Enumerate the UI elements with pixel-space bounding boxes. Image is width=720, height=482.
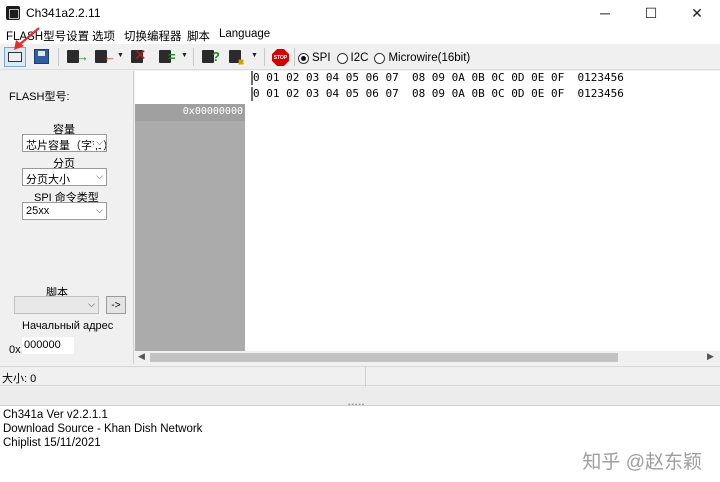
watermark: 知乎 @赵东颖 [582, 452, 702, 473]
flash-model-label: FLASH型号: [9, 91, 70, 103]
verify-button[interactable]: = [156, 47, 178, 67]
minimize-button[interactable]: ─ [582, 0, 628, 26]
start-address-input[interactable]: 000000 [22, 337, 74, 354]
chevron-down-icon: ⌵ [96, 205, 103, 215]
hex-view: 0 01 02 03 04 05 06 07 08 09 0A 0B 0C 0D… [135, 71, 720, 364]
verify-dropdown-icon[interactable]: ▼ [181, 52, 188, 59]
start-address-label: Начальный адрес [22, 320, 114, 332]
capacity-select[interactable]: 芯片容量（字节） ⌵ [22, 134, 107, 152]
left-panel: FLASH型号: 容量 芯片容量（字节） ⌵ 分页 分页大小 ⌵ SPI 命令类… [0, 71, 134, 364]
scroll-right-icon[interactable]: ▶ [707, 351, 714, 362]
hex-column-header: 0 01 02 03 04 05 06 07 08 09 0A 0B 0C 0D… [253, 87, 624, 102]
log-line: Download Source - Khan Dish Network [3, 423, 203, 435]
menu-language[interactable]: Language [219, 28, 270, 40]
script-run-button[interactable]: -> [106, 296, 126, 314]
panel-splitter[interactable]: ••••• [0, 387, 720, 409]
read-button[interactable]: → [64, 47, 89, 67]
radio-microwire[interactable] [374, 52, 386, 64]
menu-bar: FLASH型号设置 选项 切换编程器 脚本 Language [0, 26, 720, 44]
chevron-down-icon: ⌵ [88, 299, 95, 309]
hex-address-cell: 0x00000000 [135, 104, 245, 121]
stop-button[interactable]: STOP [270, 47, 292, 67]
script-select[interactable]: ⌵ [14, 296, 99, 314]
menu-switch-programmer[interactable]: 切换编程器 [124, 28, 182, 44]
radio-i2c-label: I2C [350, 52, 369, 64]
scrollbar-thumb[interactable] [150, 353, 618, 362]
horizontal-scrollbar[interactable]: ◀ ▶ [135, 351, 720, 364]
hex-data-area[interactable] [245, 104, 720, 351]
radio-spi[interactable] [298, 52, 309, 64]
radio-spi-label: SPI [312, 52, 331, 64]
app-chip-icon [6, 6, 20, 20]
toolbar-separator [58, 48, 59, 66]
toolbar: → ← ▼ ✕ = ▼ ? ■ ▼ STOP SPI I2C Microwire… [0, 44, 720, 70]
spi-command-value: 25xx [26, 205, 50, 217]
maximize-button[interactable]: ☐ [628, 0, 674, 26]
page-size-select[interactable]: 分页大小 ⌵ [22, 168, 107, 186]
detect-button[interactable]: ? [199, 47, 221, 67]
annotation-arrow [14, 27, 40, 50]
toolbar-separator [264, 48, 265, 66]
hex-column-header: 0 01 02 03 04 05 06 07 08 09 0A 0B 0C 0D… [253, 71, 624, 86]
toolbar-separator [294, 48, 295, 66]
title-bar: Ch341a2.2.11 ─ ☐ ✕ [0, 0, 720, 26]
chevron-down-icon: ⌵ [96, 171, 103, 181]
spi-command-select[interactable]: 25xx ⌵ [22, 202, 107, 220]
radio-i2c[interactable] [336, 52, 348, 64]
address-prefix: 0x [9, 344, 21, 356]
toolbar-separator [193, 48, 194, 66]
window-title: Ch341a2.2.11 [26, 6, 101, 20]
open-chip-icon [8, 52, 22, 62]
stop-icon: STOP [272, 49, 289, 66]
menu-options[interactable]: 选项 [92, 28, 115, 44]
auto-dropdown-icon[interactable]: ▼ [251, 52, 258, 59]
radio-microwire-label: Microwire(16bit) [388, 52, 471, 64]
auto-button[interactable]: ■ [226, 47, 248, 68]
menu-script[interactable]: 脚本 [187, 28, 210, 44]
chevron-down-icon: ⌵ [94, 137, 103, 148]
log-line: Ch341a Ver v2.2.1.1 [3, 409, 108, 421]
size-status: 大小: 0 [2, 373, 37, 385]
protocol-radio-group: SPI I2C Microwire(16bit) [298, 50, 470, 66]
write-button[interactable]: ← [92, 47, 116, 67]
page-size-value: 分页大小 [26, 174, 70, 186]
hex-address-column [135, 121, 245, 351]
log-panel[interactable]: Ch341a Ver v2.2.1.1 Download Source - Kh… [0, 405, 720, 482]
write-dropdown-icon[interactable]: ▼ [117, 52, 124, 59]
close-button[interactable]: ✕ [674, 0, 720, 26]
log-line: Chiplist 15/11/2021 [3, 437, 101, 449]
status-bar: 大小: 0 [0, 366, 720, 387]
scroll-left-icon[interactable]: ◀ [138, 351, 145, 362]
status-divider [365, 367, 366, 387]
erase-button[interactable]: ✕ [128, 47, 150, 67]
